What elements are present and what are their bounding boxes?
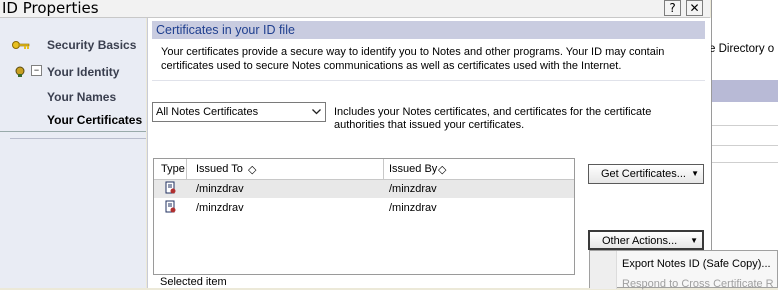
sidebar-item-label: Security Basics (47, 38, 137, 52)
expander-icon[interactable]: − (31, 65, 42, 76)
issued-by-cell: /minzdrav (389, 183, 437, 195)
sidebar-item-label: Your Identity (47, 65, 120, 79)
sidebar-item-your-certificates[interactable]: Your Certificates (0, 109, 146, 132)
menu-item-export-notes-id[interactable]: Export Notes ID (Safe Copy)... (622, 258, 771, 270)
filter-description: Includes your Notes certificates, and ce… (334, 106, 652, 131)
certificates-table: Type Issued To ◇ Issued By ◇ /minzdrav /… (153, 158, 575, 275)
table-row[interactable]: /minzdrav /minzdrav (154, 180, 574, 198)
divider (152, 80, 705, 81)
issued-to-cell: /minzdrav (196, 183, 244, 195)
sidebar-divider (10, 138, 146, 139)
table-row[interactable]: /minzdrav /minzdrav (154, 199, 574, 217)
button-label: Get Certificates... (601, 168, 686, 180)
section-header: Certificates in your ID file (152, 21, 705, 39)
sort-icon: ◇ (248, 164, 257, 176)
other-actions-button[interactable]: Other Actions... ▼ (588, 230, 704, 250)
key-icon (12, 41, 30, 49)
other-actions-menu: Export Notes ID (Safe Copy)... Respond t… (589, 250, 778, 290)
sort-icon: ◇ (438, 164, 447, 176)
title-bar: ID Properties ? ✕ (0, 0, 710, 18)
select-value: All Notes Certificates (156, 106, 259, 118)
certificate-icon (165, 181, 176, 194)
background-window: e Directory o (709, 0, 778, 288)
identity-icon (15, 66, 25, 77)
background-divider (712, 125, 778, 126)
chevron-down-icon (312, 109, 321, 115)
sidebar: Security Basics − Your Identity Your Nam… (0, 18, 146, 288)
column-header-type[interactable]: Type (161, 163, 185, 175)
sidebar-item-security-basics[interactable]: Security Basics (0, 34, 146, 56)
help-button[interactable]: ? (664, 0, 681, 16)
menu-gutter (590, 251, 617, 289)
issued-to-cell: /minzdrav (196, 202, 244, 214)
issued-by-cell: /minzdrav (389, 202, 437, 214)
background-divider (712, 145, 778, 146)
certificate-icon (165, 200, 176, 213)
sidebar-item-label: Your Names (47, 90, 117, 104)
sidebar-item-your-names[interactable]: Your Names (0, 86, 146, 108)
column-divider[interactable] (383, 159, 384, 179)
section-description: Your certificates provide a secure way t… (161, 46, 665, 72)
button-label: Other Actions... (602, 235, 678, 247)
column-divider[interactable] (186, 159, 187, 179)
close-button[interactable]: ✕ (686, 0, 703, 16)
sidebar-item-label: Your Certificates (47, 113, 143, 127)
selected-item-label: Selected item (160, 276, 227, 288)
get-certificates-button[interactable]: Get Certificates... ▼ (588, 164, 704, 184)
menu-item-respond-cross-certificate[interactable]: Respond to Cross Certificate R (622, 278, 774, 290)
background-divider (712, 162, 778, 163)
certificate-filter-select[interactable]: All Notes Certificates (152, 102, 326, 122)
window-title: ID Properties (2, 0, 99, 17)
column-header-issued-to[interactable]: Issued To (196, 163, 243, 175)
dropdown-arrow-icon: ▼ (690, 236, 698, 245)
sidebar-item-your-identity[interactable]: − Your Identity (0, 61, 146, 83)
dropdown-arrow-icon: ▼ (691, 169, 699, 178)
background-band (712, 80, 778, 102)
column-header-issued-by[interactable]: Issued By (389, 163, 437, 175)
background-window-text: e Directory o (709, 43, 775, 55)
main-panel: Certificates in your ID file Your certif… (147, 18, 711, 288)
section-title: Certificates in your ID file (156, 23, 295, 37)
table-header: Type Issued To ◇ Issued By ◇ (154, 159, 574, 180)
